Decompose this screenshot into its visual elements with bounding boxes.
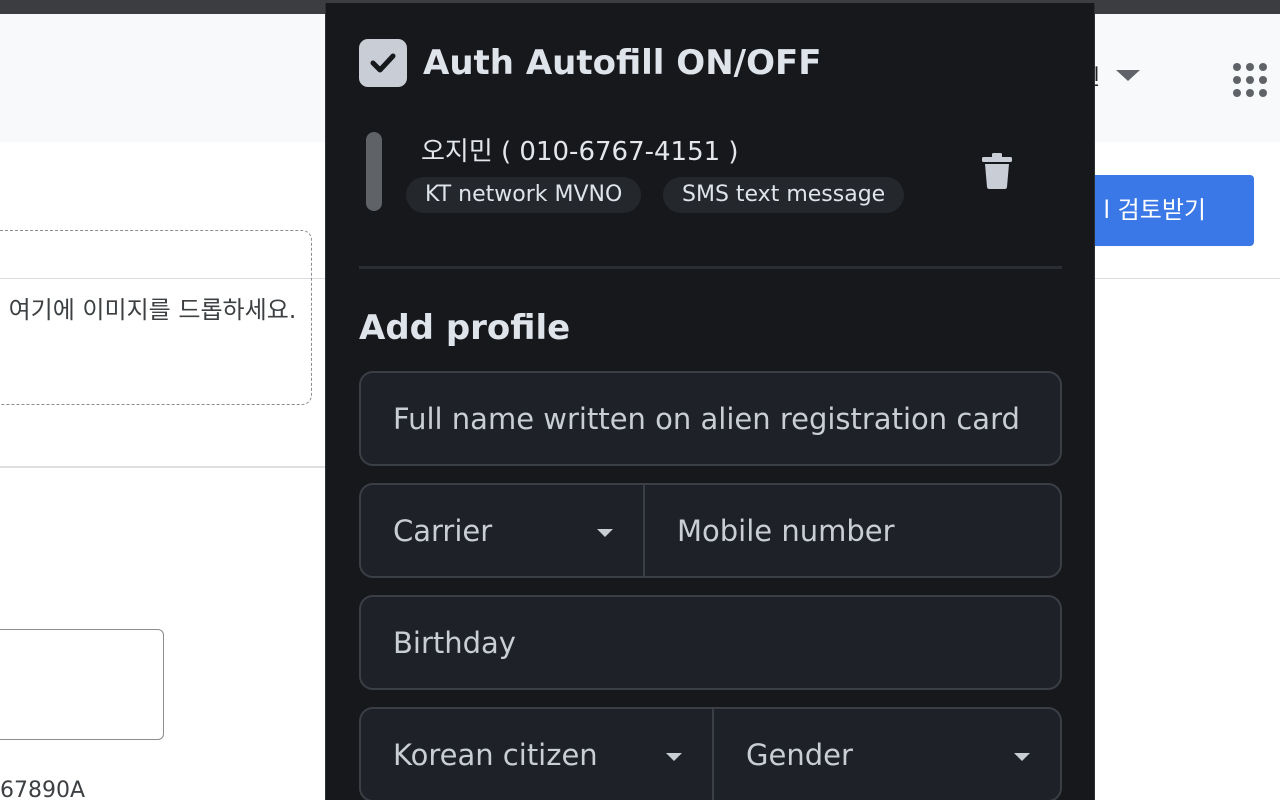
drag-handle[interactable] [366, 132, 382, 211]
trash-icon[interactable] [979, 151, 1015, 195]
page: 민 l 검토받기 여기에 이미지를 드롭하세요. 67890A Auth Aut… [0, 0, 1280, 800]
drop-zone-text: 여기에 이미지를 드롭하세요. [8, 296, 297, 324]
chevron-down-icon[interactable] [1116, 70, 1140, 81]
birthday-placeholder: Birthday [393, 625, 516, 660]
gender-select[interactable]: Gender [712, 709, 1060, 800]
citizen-placeholder: Korean citizen [393, 737, 598, 772]
divider [359, 266, 1062, 269]
name-input[interactable]: Full name written on alien registration … [359, 371, 1062, 466]
extension-popup: Auth Autofill ON/OFF 오지민 ( 010-6767-4151… [325, 3, 1095, 800]
add-profile-title: Add profile [359, 308, 571, 348]
carrier-mobile-row: Carrier Mobile number [359, 483, 1062, 578]
chevron-down-icon [597, 529, 613, 537]
text-input[interactable] [0, 629, 164, 740]
profile-name[interactable]: 오지민 ( 010-6767-4151 ) [421, 131, 739, 168]
check-icon[interactable] [359, 39, 407, 87]
citizen-gender-row: Korean citizen Gender [359, 707, 1062, 800]
citizen-select[interactable]: Korean citizen [361, 709, 712, 800]
review-button[interactable]: l 검토받기 [1080, 175, 1254, 246]
mobile-number-input[interactable]: Mobile number [643, 485, 1060, 576]
apps-grid-icon[interactable] [1233, 63, 1267, 97]
carrier-chip: KT network MVNO [406, 177, 642, 213]
partial-code-text: 67890A [0, 778, 86, 800]
auth-method-chip: SMS text message [663, 177, 905, 213]
birthday-input[interactable]: Birthday [359, 595, 1062, 690]
gender-placeholder: Gender [746, 737, 853, 772]
toggle-label: Auth Autofill ON/OFF [423, 43, 822, 83]
chevron-down-icon [1014, 753, 1030, 761]
chevron-down-icon [666, 753, 682, 761]
name-placeholder: Full name written on alien registration … [393, 401, 1020, 436]
divider [0, 466, 330, 468]
autofill-toggle[interactable]: Auth Autofill ON/OFF [359, 39, 821, 87]
carrier-placeholder: Carrier [393, 513, 493, 548]
carrier-select[interactable]: Carrier [361, 485, 643, 576]
mobile-placeholder: Mobile number [677, 513, 895, 548]
